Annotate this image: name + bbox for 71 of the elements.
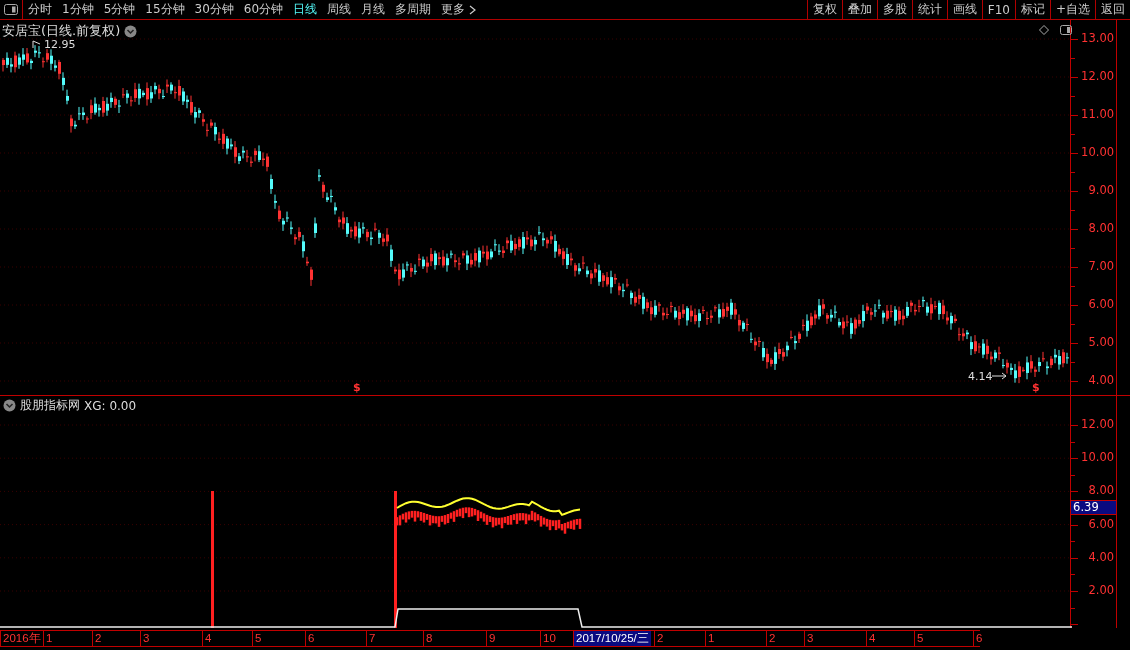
toolbar-button[interactable]: 画线 [946,0,982,19]
chevron-icon [469,4,477,15]
date-axis-label: 5 [252,631,262,646]
dropdown-icon[interactable] [124,24,138,38]
period-tab[interactable]: 月线 [356,0,391,19]
chart-title: 安居宝(日线.前复权) [2,22,121,40]
high-pointer-icon [32,40,41,49]
date-axis-label: 3 [804,631,814,646]
toolbar-button[interactable]: 叠加 [841,0,877,19]
panel-icon[interactable] [1060,25,1072,35]
indicator-axis-label: 6.00 [1088,516,1115,531]
date-axis-label: 2 [92,631,102,646]
date-axis-label: 2 [766,631,776,646]
price-axis-label: 13.00 [1081,31,1115,45]
date-axis-label: 7 [366,631,376,646]
indicator-reading: XG: 0.00 [84,398,137,413]
period-tab[interactable]: 60分钟 [238,0,289,19]
price-axis-label: 9.00 [1088,183,1115,197]
period-tab[interactable]: 更多 [436,0,482,19]
price-axis-label: 7.00 [1088,259,1115,273]
date-axis-label: 4 [202,631,212,646]
indicator-name: 股朋指标网 [20,397,80,414]
date-axis-label: 6 [973,631,983,646]
signal-marker: $ [353,381,361,394]
price-axis-label: 10.00 [1081,145,1115,159]
date-axis-label: 2017/10/25/三 [573,631,651,646]
period-tab[interactable]: 分时 [23,0,57,19]
date-axis-label: 9 [486,631,496,646]
date-axis-label: 5 [914,631,924,646]
indicator-axis-label: 10.00 [1081,450,1115,465]
price-axis-label: 4.00 [1088,373,1115,387]
toolbar-button[interactable]: 标记 [1014,0,1050,19]
date-axis-label: 3 [140,631,150,646]
date-axis-label: 10 [540,631,556,646]
period-tab[interactable]: 日线 [288,0,323,19]
indicator-axis-label: 2.00 [1088,583,1115,597]
indicator-axis-label: 8.00 [1088,483,1115,498]
date-axis-label: 1 [43,631,53,646]
collapse-icon[interactable] [3,399,16,412]
indicator-axis-label: 4.00 [1088,549,1115,564]
toolbar-button[interactable]: F10 [981,0,1015,19]
price-axis-label: 11.00 [1081,107,1115,121]
price-axis-label: 6.00 [1088,297,1115,311]
price-axis-label: 5.00 [1088,335,1115,349]
toolbar-button[interactable]: 统计 [911,0,947,19]
date-axis-label: 6 [305,631,315,646]
current-value-label: 6.39 [1071,500,1117,515]
date-axis-label: 2016年 [0,631,41,646]
period-tab[interactable]: 多周期 [390,0,437,19]
low-price-label: 4.14 [968,370,993,383]
toolbar-button[interactable]: 返回 [1095,0,1130,19]
date-axis-label: 4 [866,631,876,646]
period-tab[interactable]: 30分钟 [189,0,239,19]
signal-marker: $ [1032,381,1040,394]
low-pointer-icon [991,372,1007,380]
diamond-icon[interactable] [1039,25,1049,35]
high-price-label: 12.95 [44,38,76,51]
toolbar-button[interactable]: 多股 [876,0,912,19]
date-axis-label: 8 [423,631,433,646]
toolbar-button[interactable]: 复权 [806,0,842,19]
toolbar-button[interactable]: +自选 [1049,0,1095,19]
panel-icon [4,4,18,15]
price-axis-label: 8.00 [1088,221,1115,235]
price-axis-label: 12.00 [1081,69,1115,83]
period-tab[interactable]: 周线 [322,0,357,19]
period-tab[interactable]: 5分钟 [98,0,141,19]
period-tab[interactable]: 1分钟 [57,0,99,19]
date-axis-label: 1 [705,631,715,646]
indicator-axis-label: 12.00 [1081,417,1115,431]
date-axis-label: 2 [654,631,664,646]
period-tab[interactable]: 15分钟 [140,0,190,19]
